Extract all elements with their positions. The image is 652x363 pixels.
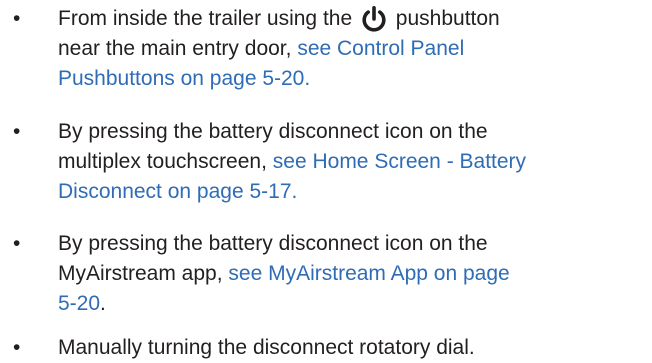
list-item-text: By pressing the battery disconnect icon … [58,117,652,207]
text-line: Pushbuttons on page 5-20. [58,64,652,94]
bullet: • [13,336,21,359]
text-segment: pushbutton [389,7,500,30]
text-line: From inside the trailer using the pushbu… [58,4,652,34]
text-segment: near the main entry door, [58,37,298,60]
list-item-text: By pressing the battery disconnect icon … [58,229,652,319]
home-screen-battery-disconnect-link-cont[interactable]: Disconnect on page 5-17. [58,180,297,203]
text-segment: multiplex touchscreen, [58,150,273,173]
text-line: Manually turning the disconnect rotatory… [58,336,475,359]
control-panel-pushbuttons-link-cont[interactable]: Pushbuttons on page 5-20. [58,67,310,90]
text-line: By pressing the battery disconnect icon … [58,120,488,143]
text-line: MyAirstream app, see MyAirstream App on … [58,259,652,289]
home-screen-battery-disconnect-link[interactable]: see Home Screen - Battery [273,150,526,173]
bullet: • [13,120,21,143]
list-item-text: From inside the trailer using the pushbu… [58,4,652,94]
control-panel-pushbuttons-link[interactable]: see Control Panel [297,37,464,60]
list-item-text: Manually turning the disconnect rotatory… [58,333,652,363]
text-line: Disconnect on page 5-17. [58,177,652,207]
text-line: By pressing the battery disconnect icon … [58,232,488,255]
text-segment: From inside the trailer using the [58,7,358,30]
text-segment: MyAirstream app, [58,262,229,285]
power-icon [358,4,390,34]
myairstream-app-link-cont[interactable]: 5-20 [58,292,100,315]
bullet: • [13,232,21,255]
myairstream-app-link[interactable]: see MyAirstream App on page [228,262,509,285]
text-line: 5-20. [58,289,652,319]
text-line: multiplex touchscreen, see Home Screen -… [58,147,652,177]
text-segment: . [100,292,106,315]
text-line: near the main entry door, see Control Pa… [58,34,652,64]
bullet: • [13,7,21,30]
